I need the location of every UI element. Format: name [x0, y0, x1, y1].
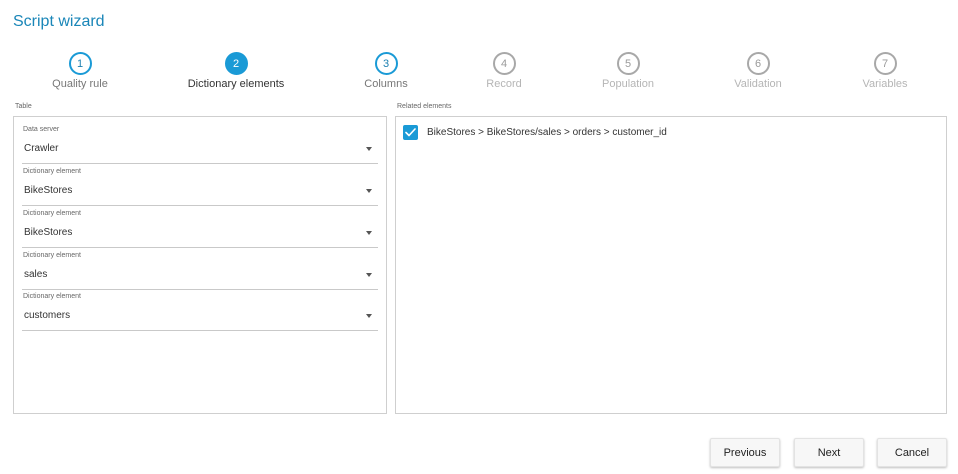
step-number: 4: [492, 52, 516, 75]
step-label: Dictionary elements: [187, 78, 285, 90]
step-label: Population: [602, 78, 654, 90]
field-value: BikeStores: [24, 227, 73, 238]
check-icon: [405, 128, 416, 137]
step-number: 3: [374, 52, 398, 75]
dictionary-element-select-4[interactable]: Dictionary element customers: [22, 293, 378, 331]
dictionary-element-select-2[interactable]: Dictionary element BikeStores: [22, 210, 378, 248]
step-validation[interactable]: 6 Validation: [688, 52, 828, 90]
step-label: Record: [486, 78, 522, 90]
step-label: Variables: [862, 78, 908, 90]
step-record[interactable]: 4 Record: [434, 52, 574, 90]
related-element-path: BikeStores > BikeStores/sales > orders >…: [427, 127, 667, 138]
field-value: BikeStores: [24, 185, 73, 196]
wizard-stepper: 1 Quality rule 2 Dictionary elements 3 C…: [0, 52, 958, 96]
related-element-item[interactable]: BikeStores > BikeStores/sales > orders >…: [403, 125, 667, 140]
data-server-select[interactable]: Data server Crawler: [22, 126, 378, 164]
field-value: Crawler: [24, 143, 59, 154]
step-number: 6: [746, 52, 770, 75]
chevron-down-icon[interactable]: [366, 231, 372, 235]
field-label: Dictionary element: [23, 252, 81, 259]
dictionary-element-select-3[interactable]: Dictionary element sales: [22, 252, 378, 290]
field-label: Dictionary element: [23, 293, 81, 300]
field-label: Dictionary element: [23, 210, 81, 217]
step-label: Quality rule: [52, 78, 108, 90]
chevron-down-icon[interactable]: [366, 189, 372, 193]
step-label: Validation: [734, 78, 782, 90]
chevron-down-icon[interactable]: [366, 273, 372, 277]
step-dictionary-elements[interactable]: 2 Dictionary elements: [166, 52, 306, 90]
related-section-label: Related elements: [397, 103, 452, 110]
chevron-down-icon[interactable]: [366, 314, 372, 318]
step-population[interactable]: 5 Population: [558, 52, 698, 90]
field-value: sales: [24, 269, 48, 280]
cancel-button[interactable]: Cancel: [877, 438, 947, 467]
previous-button[interactable]: Previous: [710, 438, 780, 467]
field-label: Dictionary element: [23, 168, 81, 175]
step-number: 1: [68, 52, 92, 75]
page-title: Script wizard: [13, 13, 105, 30]
table-panel: Data server Crawler Dictionary element B…: [13, 116, 387, 414]
step-number: 2: [224, 52, 248, 75]
field-label: Data server: [23, 126, 60, 133]
next-button[interactable]: Next: [794, 438, 864, 467]
table-section-label: Table: [15, 103, 32, 110]
related-elements-panel: BikeStores > BikeStores/sales > orders >…: [395, 116, 947, 414]
field-value: customers: [24, 310, 71, 321]
step-number: 7: [873, 52, 897, 75]
step-variables[interactable]: 7 Variables: [815, 52, 955, 90]
dictionary-element-select-1[interactable]: Dictionary element BikeStores: [22, 168, 378, 206]
related-element-checkbox[interactable]: [403, 125, 418, 140]
step-number: 5: [616, 52, 640, 75]
chevron-down-icon[interactable]: [366, 147, 372, 151]
step-quality-rule[interactable]: 1 Quality rule: [10, 52, 150, 90]
